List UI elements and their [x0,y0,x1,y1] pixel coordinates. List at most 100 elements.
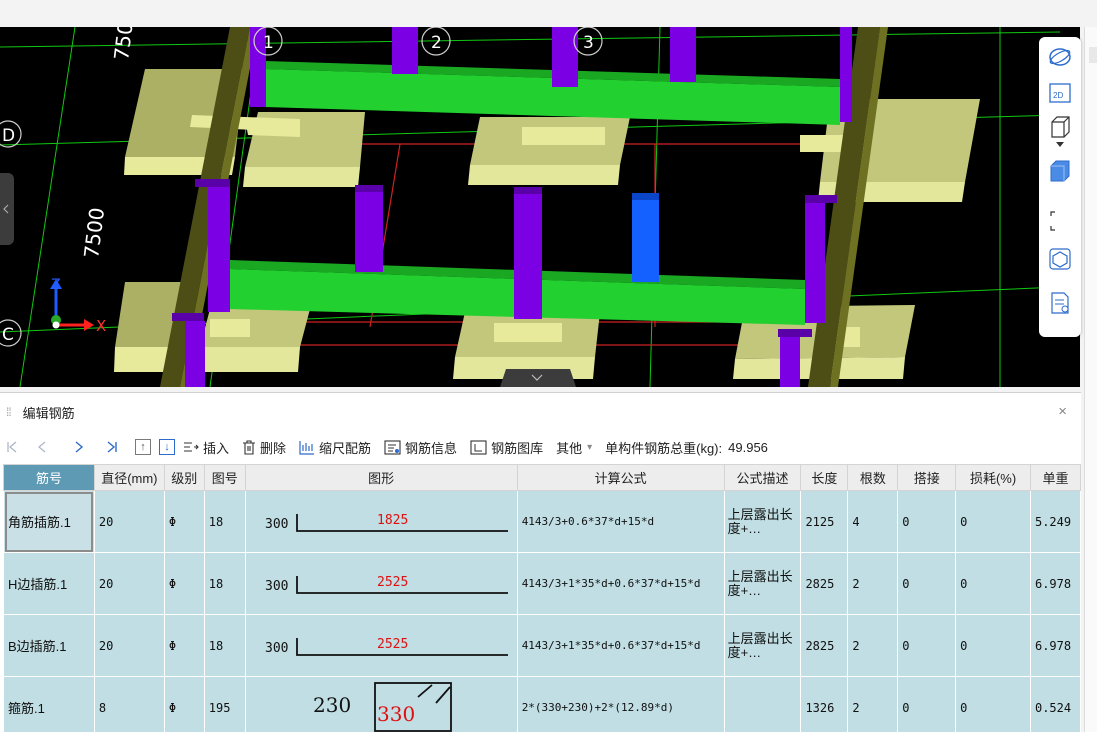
shape-cell[interactable]: 300 2525 [244,552,518,615]
diameter-cell[interactable]: 20 [93,552,165,615]
desc-cell[interactable]: 上层露出长度+… [723,490,802,553]
table-row[interactable]: B边插筋.1 20 Φ 18 300 2525 4143/3+1*35*d+0.… [3,614,1082,677]
gizmo-z-label: Z [51,277,61,293]
rebar-name-cell[interactable]: 角筋插筋.1 [3,490,95,553]
rebar-name-cell[interactable]: 箍筋.1 [3,676,95,732]
scale-rebar-button[interactable]: 缩尺配筋 [299,438,371,457]
3d-scene[interactable]: D C 1 2 3 750 7500 Z X [0,27,1080,387]
col-header-desc[interactable]: 公式描述 [723,464,802,491]
close-icon[interactable]: × [1058,403,1067,420]
loss-cell[interactable]: 0 [955,676,1031,732]
stirrup-shape-figure: 230 330 [313,682,452,732]
col-header-unit-weight[interactable]: 单重 [1029,464,1082,491]
dynamic-observe-icon[interactable] [1046,245,1074,273]
expand-tab[interactable] [500,369,576,387]
formula-cell[interactable]: 4143/3+0.6*37*d+15*d [516,490,725,553]
rebar-info-button[interactable]: 钢筋信息 [384,438,457,457]
insert-icon [184,442,199,452]
selection-frame-icon[interactable] [1046,207,1074,235]
loss-cell[interactable]: 0 [955,552,1031,615]
unit-weight-cell[interactable]: 6.978 [1029,614,1082,677]
length-cell[interactable]: 1326 [800,676,849,732]
formula-cell[interactable]: 2*(330+230)+2*(12.89*d) [516,676,725,732]
lap-cell[interactable]: 0 [897,552,957,615]
last-record-icon[interactable] [97,440,127,454]
fig-no-cell[interactable]: 18 [203,552,246,615]
formula-cell[interactable]: 4143/3+1*35*d+0.6*37*d+15*d [516,614,725,677]
shape-left-label: 300 [265,641,288,656]
rebar-name-cell[interactable]: B边插筋.1 [3,614,95,677]
orbit-icon[interactable] [1046,43,1074,71]
count-cell[interactable]: 2 [847,614,899,677]
length-cell[interactable]: 2825 [800,552,849,615]
rebar-info-label: 钢筋信息 [405,440,458,456]
dimension-top: 750 [109,27,137,62]
rebar-shape-figure: 300 2525 [265,575,508,594]
diameter-cell[interactable]: 8 [93,676,165,732]
col-header-rebar-no[interactable]: 筋号 [3,464,95,491]
col-header-grade[interactable]: 级别 [163,464,205,491]
col-header-count[interactable]: 根数 [847,464,899,491]
3d-viewport[interactable]: D C 1 2 3 750 7500 Z X [0,27,1080,387]
dropdown-arrow-icon[interactable] [1046,138,1074,152]
col-header-lap[interactable]: 搭接 [897,464,957,491]
desc-cell[interactable]: 上层露出长度+… [723,552,802,615]
grade-cell[interactable]: Φ [163,552,205,615]
first-record-icon[interactable] [0,440,23,454]
selected-column[interactable] [632,200,659,282]
col-header-loss[interactable]: 损耗(%) [955,464,1031,491]
shape-cell[interactable]: 300 1825 [244,490,518,553]
total-weight-label: 单构件钢筋总重(kg): [605,440,723,456]
formula-cell[interactable]: 4143/3+1*35*d+0.6*37*d+15*d [516,552,725,615]
2d-view-icon[interactable]: 2D [1046,79,1074,107]
diameter-cell[interactable]: 20 [93,490,165,553]
rebar-library-button[interactable]: 钢筋图库 [470,438,543,457]
col-header-shape[interactable]: 图形 [244,464,518,491]
desc-cell[interactable]: 上层露出长度+… [723,614,802,677]
lap-cell[interactable]: 0 [897,614,957,677]
shape-cell[interactable]: 300 2525 [244,614,518,677]
unit-weight-cell[interactable]: 6.978 [1029,552,1082,615]
move-up-icon[interactable]: ↑ [135,439,151,455]
drag-handle-icon[interactable]: ⁞⁞ [6,405,12,419]
other-menu[interactable]: 其他 ▾ [556,438,592,457]
desc-cell[interactable] [723,676,802,732]
col-header-fig-no[interactable]: 图号 [203,464,246,491]
fig-no-cell[interactable]: 18 [203,490,246,553]
table-row[interactable]: 角筋插筋.1 20 Φ 18 300 1825 4143/3+0.6*37*d+… [3,490,1082,553]
rebar-name-cell[interactable]: H边插筋.1 [3,552,95,615]
fig-no-cell[interactable]: 18 [203,614,246,677]
grade-cell[interactable]: Φ [163,614,205,677]
rebar-toolbar: ↑ ↓ 插入 删除 缩尺配筋 钢筋信息 钢筋图库 其他 ▾ 单构件钢筋总重(kg… [0,434,1081,460]
left-collapse-handle[interactable] [0,173,14,245]
previous-record-icon[interactable] [23,440,60,454]
count-cell[interactable]: 2 [847,552,899,615]
length-cell[interactable]: 2825 [800,614,849,677]
shape-cell[interactable]: 230 330 [244,676,518,732]
next-record-icon[interactable] [60,440,97,454]
display-settings-icon[interactable] [1046,289,1074,317]
grade-cell[interactable]: Φ [163,676,205,732]
unit-weight-cell[interactable]: 5.249 [1029,490,1082,553]
diameter-cell[interactable]: 20 [93,614,165,677]
fig-no-cell[interactable]: 195 [203,676,246,732]
col-header-length[interactable]: 长度 [800,464,849,491]
count-cell[interactable]: 4 [847,490,899,553]
count-cell[interactable]: 2 [847,676,899,732]
loss-cell[interactable]: 0 [955,614,1031,677]
delete-button[interactable]: 删除 [242,438,286,457]
col-header-diameter[interactable]: 直径(mm) [93,464,165,491]
lap-cell[interactable]: 0 [897,676,957,732]
table-row[interactable]: 箍筋.1 8 Φ 195 230 330 2*(330+230)+2*(12.8… [3,676,1082,732]
3d-box-icon[interactable] [1046,113,1074,141]
grade-cell[interactable]: Φ [163,490,205,553]
color-box-icon[interactable] [1046,157,1074,185]
loss-cell[interactable]: 0 [955,490,1031,553]
move-down-icon[interactable]: ↓ [159,439,175,455]
table-row[interactable]: H边插筋.1 20 Φ 18 300 2525 4143/3+1*35*d+0.… [3,552,1082,615]
length-cell[interactable]: 2125 [800,490,849,553]
insert-button[interactable]: 插入 [183,438,229,457]
lap-cell[interactable]: 0 [897,490,957,553]
col-header-formula[interactable]: 计算公式 [516,464,725,491]
unit-weight-cell[interactable]: 0.524 [1029,676,1082,732]
